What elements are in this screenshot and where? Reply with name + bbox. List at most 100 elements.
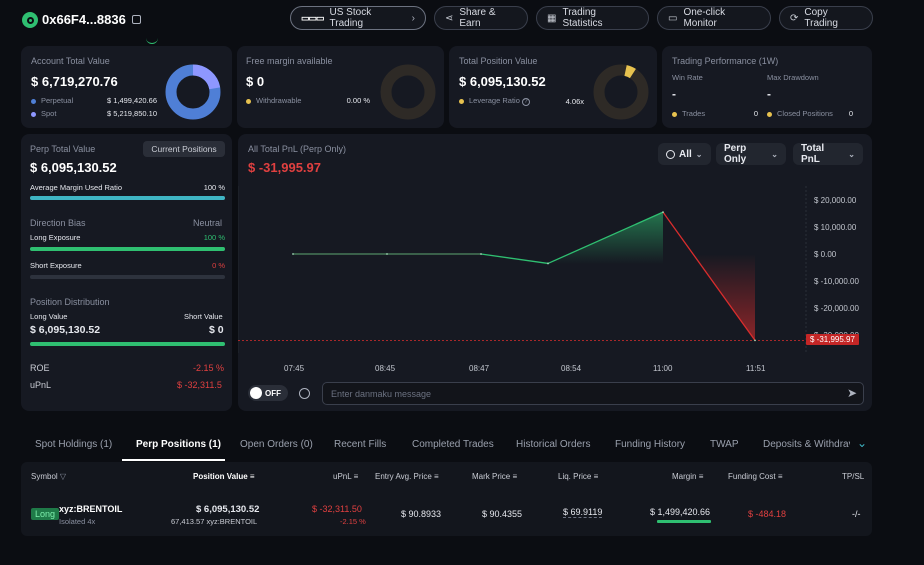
perp-panel: Perp Total Value Current Positions $ 6,0… [21, 134, 232, 411]
short-exposure-bar [30, 275, 225, 279]
header-mark-label: Mark Price [472, 472, 511, 481]
row-entry: $ 90.8933 [401, 509, 442, 519]
row-tpsl[interactable]: -/- [852, 509, 861, 519]
current-positions-button[interactable]: Current Positions [143, 141, 225, 157]
header-symbol[interactable]: Symbol ▽ [31, 472, 66, 481]
x-tick-label: 08:54 [561, 364, 582, 373]
tab-historical-orders[interactable]: Historical Orders [516, 439, 590, 450]
us-stock-trading-button[interactable]: ▭▭▭ US Stock Trading › [290, 6, 426, 30]
win-rate-label: Win Rate [672, 73, 703, 82]
row-position-size: 67,413.57 xyz:BRENTOIL [171, 517, 258, 526]
header-mark[interactable]: Mark Price ≡ [472, 472, 517, 481]
header-liq[interactable]: Liq. Price ≡ [558, 472, 598, 481]
tab-open-orders[interactable]: Open Orders (0) [240, 439, 313, 450]
y-tick-label: $ -10,000.00 [814, 277, 859, 286]
avatar [22, 12, 38, 28]
pnl-point [547, 262, 549, 265]
header-funding[interactable]: Funding Cost ≡ [728, 472, 783, 481]
one-click-monitor-button[interactable]: ▭ One-click Monitor [657, 6, 771, 30]
pnl-point [386, 253, 388, 255]
short-exposure-row: Short Exposure 0 % [30, 261, 225, 270]
row-upnl: $ -32,311.50 [312, 504, 362, 514]
tab-completed-trades[interactable]: Completed Trades [412, 439, 494, 450]
long-value: $ 6,095,130.52 [30, 324, 101, 336]
upnl-label: uPnL [30, 380, 52, 390]
active-tab-underline [122, 459, 225, 461]
distribution-label: Position Distribution [30, 297, 110, 307]
chevron-down-icon: ⌄ [848, 149, 855, 159]
spot-row: Spot $ 5,219,850.10 [31, 109, 157, 118]
closed-dot-icon [767, 111, 772, 117]
chevron-down-icon[interactable]: ⌄ [857, 436, 867, 450]
tab-deposits-withdrawals[interactable]: Deposits & Withdrav [763, 439, 850, 450]
long-exposure-row: Long Exposure 100 % [30, 233, 225, 242]
copy-trading-label: Copy Trading [804, 7, 838, 29]
perpetual-value: $ 1,499,420.66 [106, 96, 157, 105]
long-exposure-label: Long Exposure [30, 233, 81, 242]
withdrawable-label: Withdrawable [256, 96, 302, 105]
y-tick-label: $ -20,000.00 [814, 304, 859, 313]
row-margin-bar [657, 520, 711, 523]
perpetual-label: Perpetual [41, 96, 74, 105]
spot-value: $ 5,219,850.10 [106, 109, 157, 118]
pnl-point [292, 253, 294, 255]
header-entry[interactable]: Entry Avg. Price ≡ [375, 472, 439, 481]
row-mark: $ 90.4355 [482, 509, 523, 519]
emoji-icon[interactable] [299, 388, 310, 399]
account-total-title: Account Total Value [31, 56, 110, 66]
leverage-value: 4.06x [565, 96, 584, 106]
copy-trading-button[interactable]: ⟳ Copy Trading [779, 6, 873, 30]
perp-only-dropdown[interactable]: Perp Only ⌄ [716, 143, 786, 165]
short-exposure-label: Short Exposure [30, 261, 82, 270]
tab-perp-positions[interactable]: Perp Positions (1) [136, 439, 221, 450]
position-value-value: $ 6,095,130.52 [459, 74, 546, 89]
free-margin-value: $ 0 [246, 74, 265, 89]
share-earn-label: Share & Earn [459, 7, 496, 29]
perpetual-row: Perpetual $ 1,499,420.66 [31, 96, 157, 105]
perpetual-dot-icon [31, 98, 36, 104]
distribution-bar [30, 342, 225, 346]
long-exposure-bar [30, 247, 225, 251]
tab-recent-fills[interactable]: Recent Fills [334, 439, 386, 450]
x-tick-label: 08:47 [469, 364, 490, 373]
table-row[interactable] [21, 493, 872, 536]
send-icon[interactable]: ➤ [847, 386, 857, 400]
closed-positions-row: Closed Positions 0 [767, 109, 853, 118]
tab-twap[interactable]: TWAP [710, 439, 739, 450]
danmaku-input[interactable]: Enter danmaku message ➤ [322, 382, 864, 405]
short-exposure-value: 0 % [212, 261, 225, 270]
spot-label: Spot [41, 109, 57, 118]
row-funding: $ -484.18 [748, 509, 787, 519]
trades-row: Trades 0 [672, 109, 758, 118]
row-symbol[interactable]: xyz:BRENTOIL [59, 504, 122, 514]
tab-spot-holdings[interactable]: Spot Holdings (1) [35, 439, 112, 450]
tab-funding-history[interactable]: Funding History [615, 439, 685, 450]
roe-label: ROE [30, 363, 50, 373]
avg-margin-fill [30, 196, 225, 200]
long-exposure-value: 100 % [203, 233, 225, 242]
pnl-point [662, 211, 664, 214]
account-total-panel: Account Total Value $ 6,719,270.76 Perpe… [21, 46, 232, 128]
time-filter-label: All [679, 148, 692, 160]
danmaku-placeholder: Enter danmaku message [331, 389, 432, 399]
sort-icon: ≡ [698, 472, 704, 481]
help-icon[interactable]: ? [521, 98, 530, 106]
perp-only-label: Perp Only [724, 143, 747, 165]
trades-value: 0 [753, 109, 758, 118]
time-filter-dropdown[interactable]: All ⌄ [658, 143, 711, 165]
share-earn-button[interactable]: ⋖ Share & Earn [434, 6, 528, 30]
total-pnl-dropdown[interactable]: Total PnL ⌄ [793, 143, 863, 165]
perp-total-title: Perp Total Value [30, 144, 96, 154]
danmaku-toggle[interactable]: OFF [248, 385, 288, 401]
header-liq-label: Liq. Price [558, 472, 592, 481]
header-margin[interactable]: Margin ≡ [672, 472, 703, 481]
x-tick-label: 07:45 [284, 364, 305, 373]
header-funding-label: Funding Cost [728, 472, 776, 481]
copy-icon[interactable] [132, 15, 141, 24]
header-upnl[interactable]: uPnL ≡ [333, 472, 358, 481]
filter-icon[interactable]: ▽ [60, 472, 66, 481]
header-position-value[interactable]: Position Value ≡ [193, 472, 255, 481]
free-margin-panel: Free margin available $ 0 Withdrawable 0.… [237, 46, 444, 128]
direction-bias-label: Direction Bias [30, 218, 86, 228]
trading-statistics-button[interactable]: ▦ Trading Statistics [536, 6, 649, 30]
